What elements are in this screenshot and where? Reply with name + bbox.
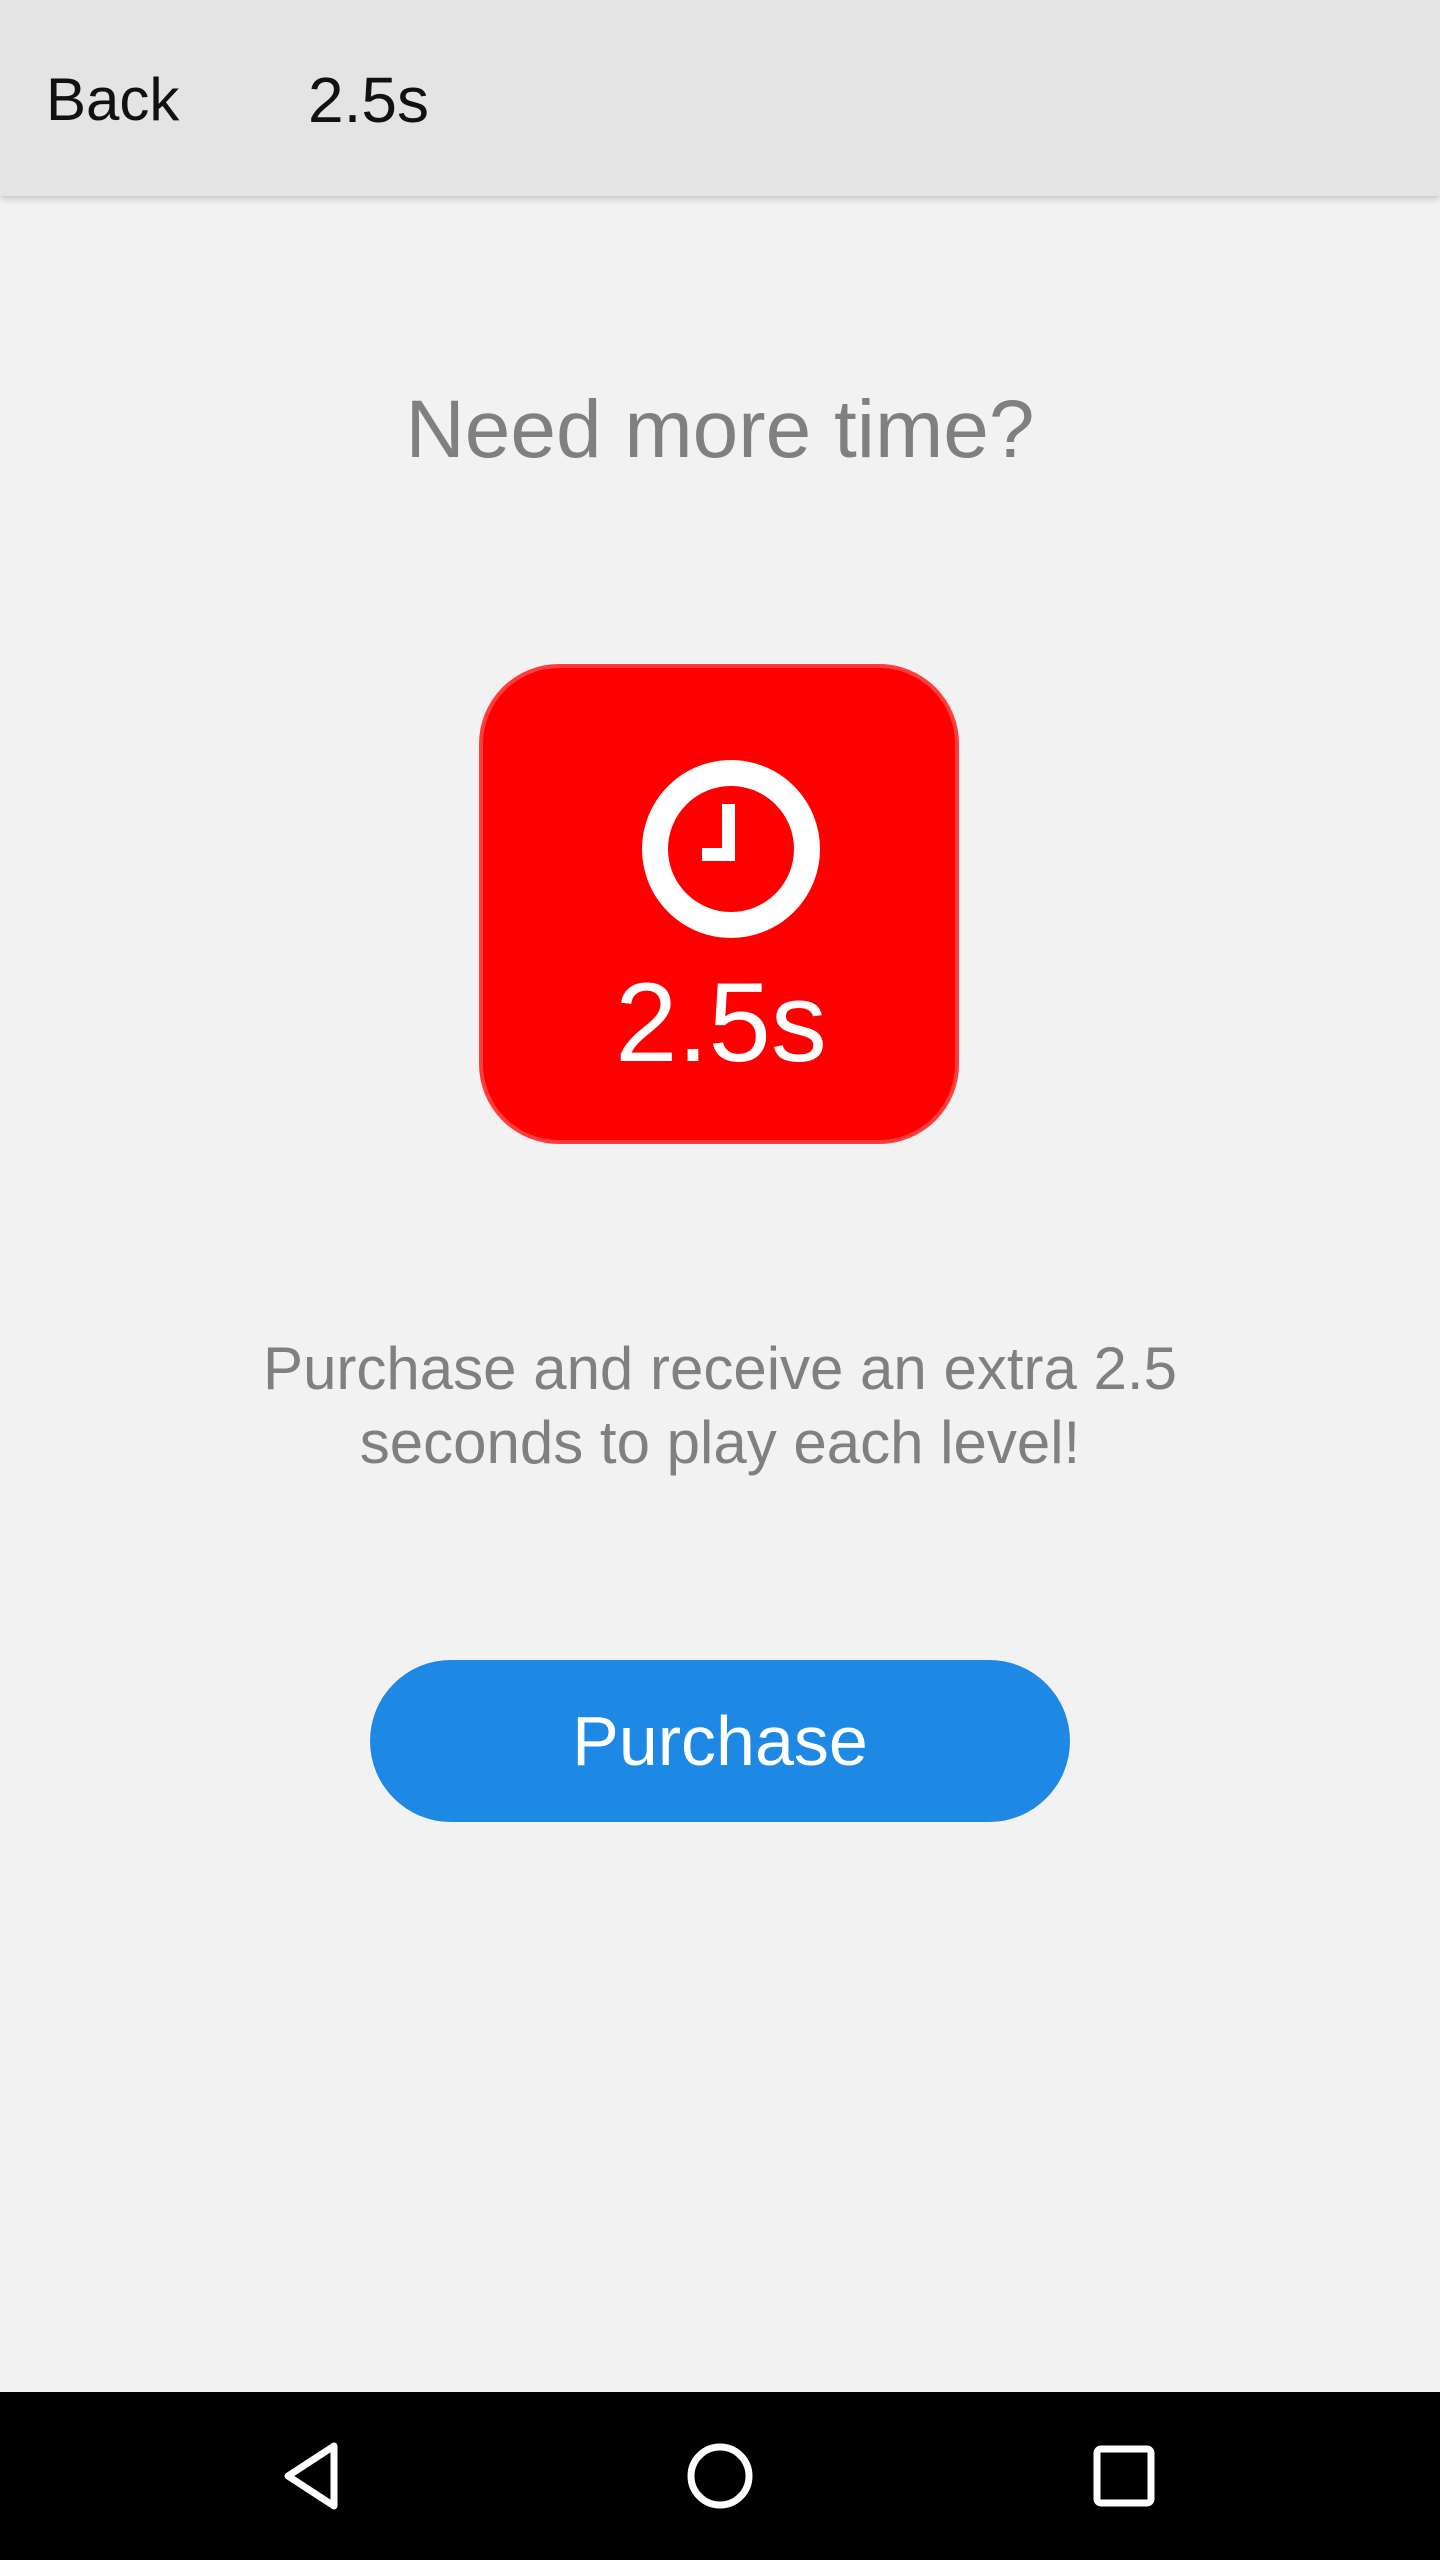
- description-text: Purchase and receive an extra 2.5 second…: [263, 1335, 1177, 1476]
- clock-icon: [642, 760, 820, 938]
- headline: Need more time?: [405, 384, 1035, 475]
- tile-time-label: 2.5s: [615, 960, 827, 1085]
- back-button[interactable]: Back: [46, 62, 179, 138]
- purchase-button[interactable]: Purchase: [370, 1660, 1070, 1822]
- recents-square-icon[interactable]: [1074, 2426, 1174, 2526]
- system-navigation-bar: [0, 2392, 1440, 2560]
- time-boost-tile: 2.5s: [479, 664, 959, 1144]
- back-triangle-icon[interactable]: [266, 2426, 366, 2526]
- page-title: 2.5s: [308, 64, 429, 136]
- top-app-bar: Back 2.5s: [0, 0, 1440, 196]
- home-circle-icon[interactable]: [670, 2426, 770, 2526]
